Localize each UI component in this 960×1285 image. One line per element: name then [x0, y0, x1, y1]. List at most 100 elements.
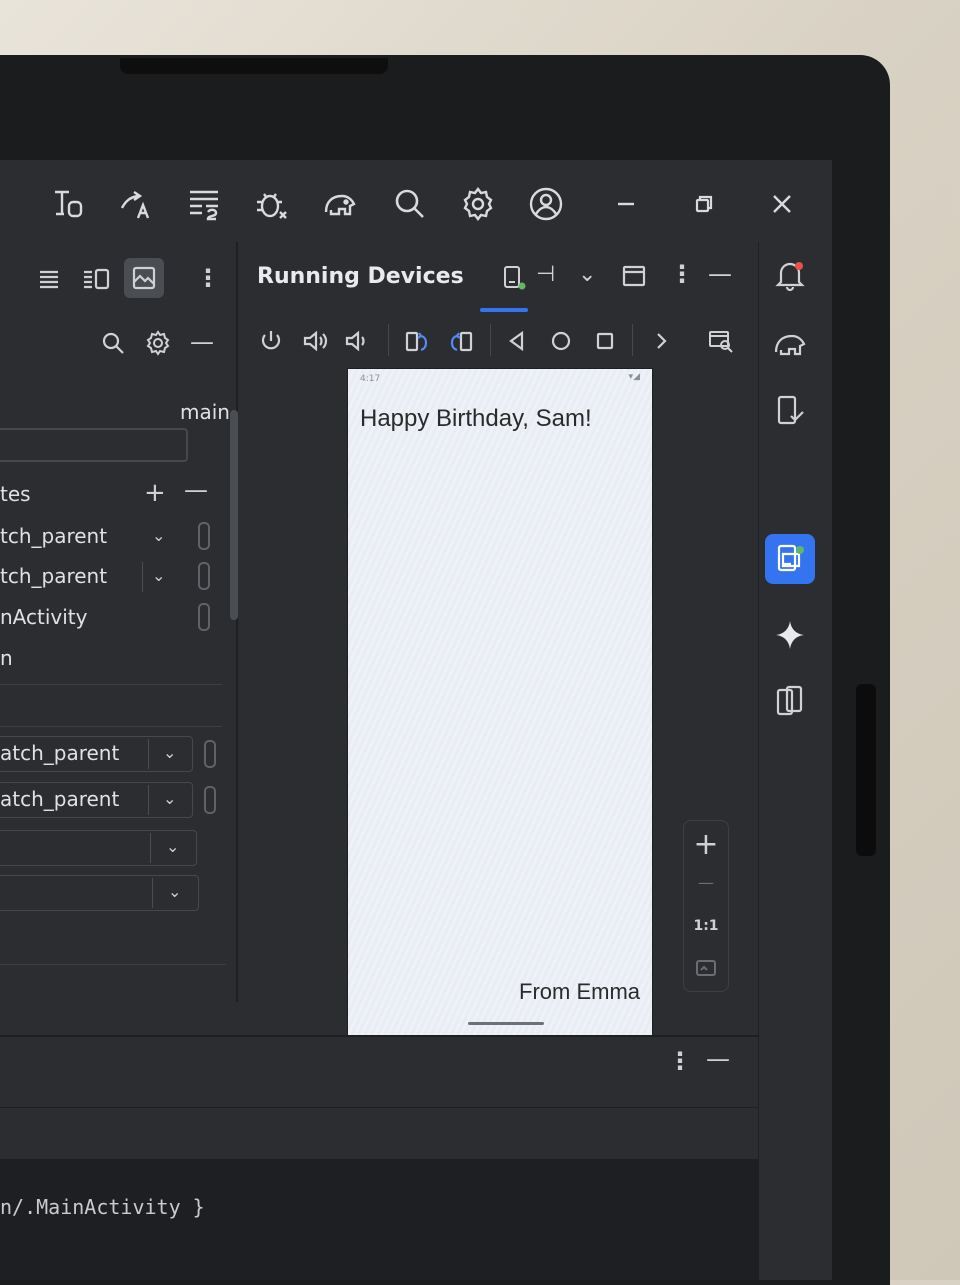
translate-2-icon[interactable] — [118, 186, 154, 222]
restore-icon[interactable] — [686, 186, 722, 222]
console-line: n/.MainActivity } — [0, 1195, 205, 1219]
remove-attribute-icon[interactable]: — — [184, 476, 208, 504]
running-devices-icon[interactable] — [773, 542, 807, 580]
search-icon[interactable] — [392, 186, 428, 222]
close-icon[interactable] — [764, 186, 800, 222]
greeting-text: Happy Birthday, Sam! — [360, 405, 592, 432]
design-view-button[interactable] — [124, 258, 164, 298]
running-devices-header: Running Devices ⊣ ⌄ ⋮ — — [238, 242, 758, 313]
gear-icon[interactable] — [460, 186, 496, 222]
filter-input[interactable] — [0, 428, 188, 462]
add-attribute-icon[interactable]: + — [144, 478, 166, 508]
device-manager-icon[interactable] — [773, 394, 807, 432]
resource-picker-icon[interactable] — [198, 603, 210, 631]
toolbar-divider — [490, 324, 491, 356]
device-tab-icon[interactable] — [502, 264, 528, 296]
chevron-down-icon[interactable]: ⌄ — [152, 526, 165, 545]
attr-row-2-value: tch_parent — [0, 564, 108, 588]
attr-row-1-value: tch_parent — [0, 524, 108, 548]
device-controls-toolbar — [238, 312, 758, 369]
main-toolbar — [0, 160, 832, 242]
home-icon[interactable] — [548, 328, 574, 358]
more-options-icon[interactable]: ⋮ — [670, 260, 694, 288]
scrollbar[interactable] — [230, 410, 238, 620]
format-icon[interactable] — [186, 186, 222, 222]
chevron-down-icon: ⌄ — [163, 789, 177, 808]
resource-picker-icon[interactable] — [198, 522, 210, 550]
resource-picker-icon[interactable] — [204, 740, 216, 768]
minimize-icon[interactable] — [608, 186, 644, 222]
right-tool-strip — [758, 242, 832, 1280]
window-layout-icon[interactable] — [622, 264, 646, 292]
run-console-pane: ⋮ — n/.MainActivity } — [0, 1035, 758, 1280]
phone-status-bar: 4:17 — [360, 374, 381, 384]
device-mirroring-icon[interactable] — [773, 684, 807, 722]
divider — [0, 726, 222, 727]
divider — [0, 1107, 758, 1108]
section-label: tes — [0, 482, 31, 506]
volume-up-icon[interactable] — [302, 328, 328, 358]
emulated-phone-screen[interactable]: 4:17 ▾◢ Happy Birthday, Sam! From Emma — [348, 369, 652, 1035]
back-icon[interactable] — [504, 328, 530, 358]
dropdown-divider — [148, 785, 149, 815]
attributes-panel: ⋮ — main tes + — tch_parent ⌄ tch_parent… — [0, 242, 238, 1002]
overview-icon[interactable] — [592, 328, 618, 358]
zoom-in-button[interactable]: + — [684, 827, 728, 862]
toolbar-divider — [632, 324, 633, 356]
layout-width-dropdown[interactable]: atch_parent ⌄ — [0, 736, 193, 772]
more-options-icon[interactable]: ⋮ — [196, 264, 220, 292]
toolbar-divider — [388, 324, 389, 356]
settings-icon[interactable] — [145, 330, 171, 360]
chevron-right-icon[interactable] — [648, 328, 674, 358]
console-output: n/.MainActivity } — [0, 1159, 758, 1280]
account-icon[interactable] — [528, 186, 564, 222]
divider — [0, 684, 222, 685]
rotate-right-icon[interactable] — [448, 328, 474, 358]
attr-row-3-value: nActivity — [0, 605, 88, 629]
zoom-actual-size-button[interactable]: 1:1 — [684, 918, 728, 934]
debug-icon[interactable] — [254, 186, 290, 222]
search-attributes-icon[interactable] — [100, 330, 126, 360]
laptop-side-port — [856, 684, 876, 856]
resource-picker-icon[interactable] — [204, 786, 216, 814]
translate-icon[interactable] — [50, 186, 86, 222]
more-options-icon[interactable]: ⋮ — [668, 1047, 692, 1075]
dropdown-divider — [152, 878, 153, 908]
dropdown-divider — [142, 562, 143, 592]
attr-row-4-value: n — [0, 646, 13, 670]
gemini-sparkle-icon[interactable] — [773, 618, 807, 656]
dropdown-divider — [148, 739, 149, 769]
resource-picker-icon[interactable] — [198, 562, 210, 590]
chevron-down-icon: ⌄ — [166, 837, 180, 856]
bezel-notch — [120, 58, 388, 74]
chevron-down-icon: ⌄ — [168, 882, 182, 901]
divider — [0, 964, 226, 965]
zoom-out-button[interactable]: — — [684, 873, 728, 892]
power-icon[interactable] — [258, 328, 284, 358]
volume-down-icon[interactable] — [344, 328, 370, 358]
gesture-nav-bar[interactable] — [468, 1022, 544, 1025]
notifications-icon[interactable] — [773, 258, 807, 296]
zoom-controls: + — 1:1 — [683, 820, 729, 992]
layout-width-value: atch_parent — [0, 741, 120, 765]
layout-inspector-icon[interactable] — [708, 328, 734, 358]
chevron-down-icon[interactable]: ⌄ — [152, 566, 165, 585]
collapse-icon[interactable]: — — [190, 328, 214, 356]
chevron-down-icon: ⌄ — [163, 743, 177, 762]
list-view-icon[interactable] — [36, 266, 62, 296]
chevron-down-icon[interactable]: ⌄ — [578, 262, 596, 287]
rotate-left-icon[interactable] — [404, 328, 430, 358]
split-view-icon[interactable] — [82, 266, 110, 296]
dropdown-divider — [150, 833, 151, 863]
hide-panel-icon[interactable]: — — [706, 1045, 730, 1073]
tab-close-icon[interactable]: ⊣ — [536, 262, 555, 287]
attribute-dropdown-4[interactable]: ⌄ — [0, 875, 199, 911]
layout-height-dropdown[interactable]: atch_parent ⌄ — [0, 782, 193, 818]
running-devices-title: Running Devices — [257, 264, 464, 289]
zoom-fit-icon[interactable] — [684, 959, 728, 981]
hide-panel-icon[interactable]: — — [708, 260, 732, 288]
gradle-icon[interactable] — [773, 326, 807, 364]
ide-window: ⋮ — main tes + — tch_parent ⌄ tch_parent… — [0, 160, 832, 1280]
elephant-icon[interactable] — [322, 186, 358, 222]
attribute-dropdown-3[interactable]: ⌄ — [0, 830, 197, 866]
